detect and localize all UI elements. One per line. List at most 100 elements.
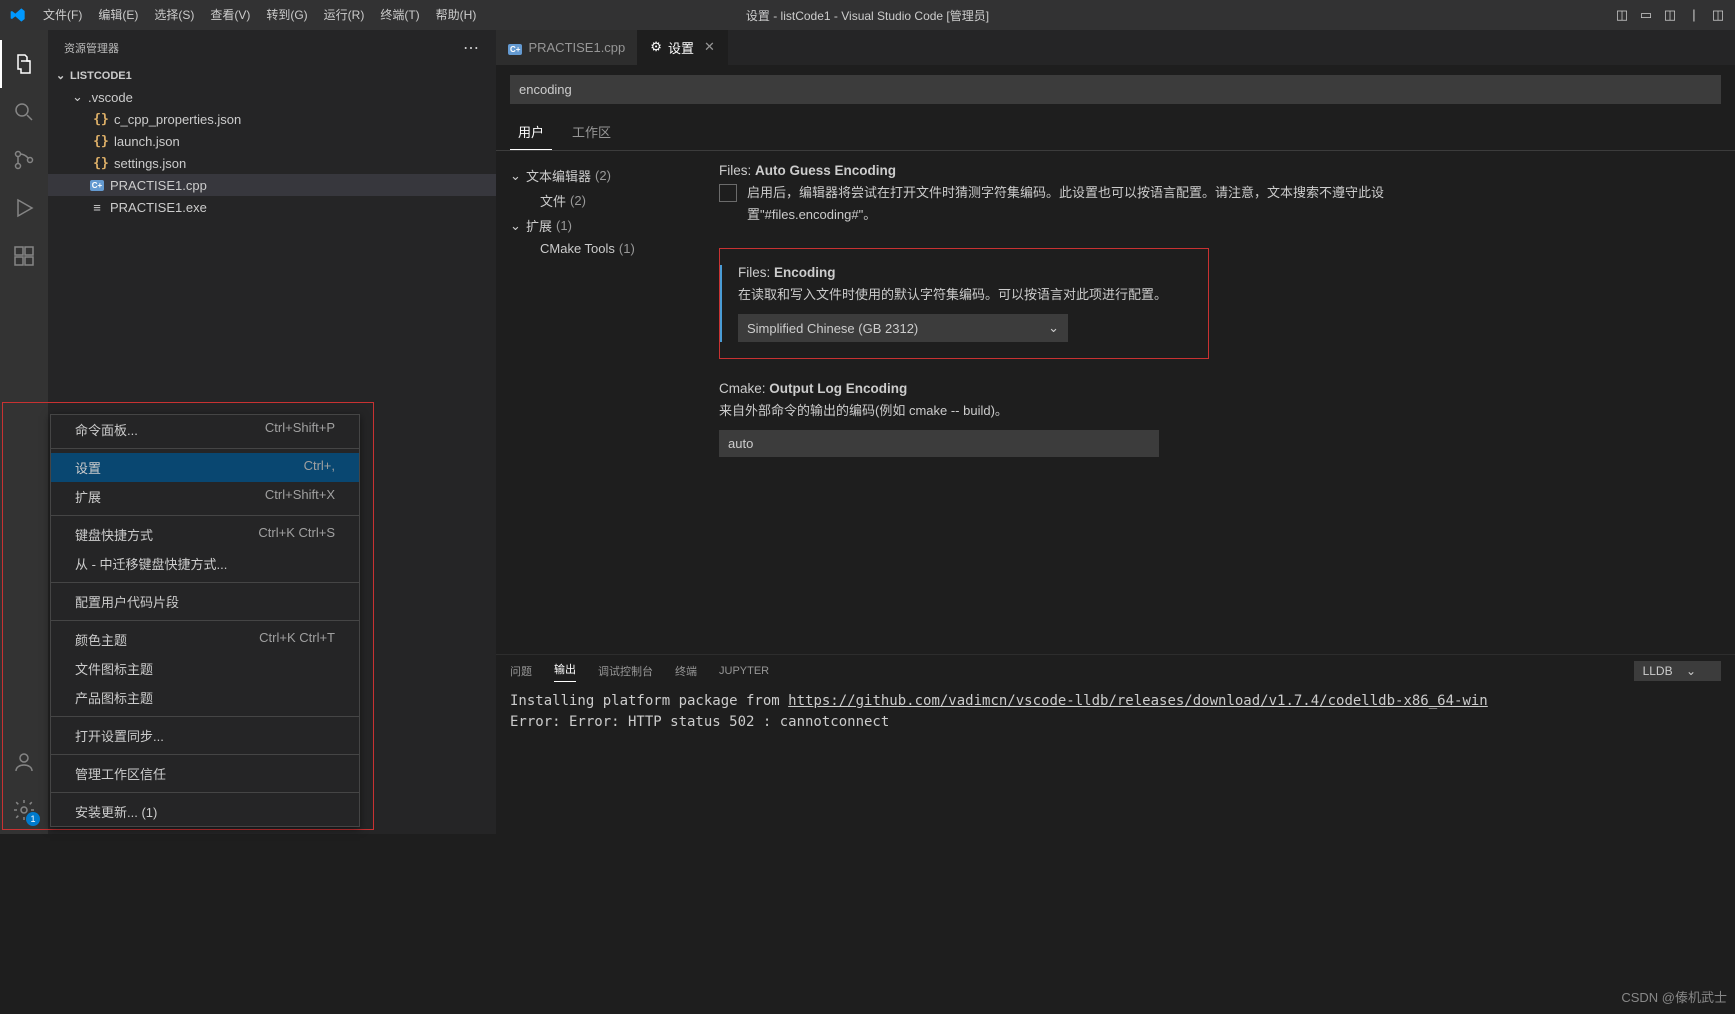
chevron-down-icon: ⌄	[510, 218, 526, 234]
context-menu-item[interactable]: 产品图标主题	[51, 683, 359, 712]
menu-item[interactable]: 文件(F)	[35, 0, 90, 30]
vscode-logo	[0, 7, 35, 23]
file-settings[interactable]: {}settings.json	[48, 152, 496, 174]
setting-name: Output Log Encoding	[769, 381, 907, 396]
menu-label: 管理工作区信任	[75, 764, 166, 783]
panel-debug[interactable]: 调试控制台	[598, 663, 653, 679]
menu-item[interactable]: 运行(R)	[316, 0, 373, 30]
close-icon[interactable]: ✕	[704, 39, 715, 55]
context-menu-item[interactable]: 扩展 Ctrl+Shift+X	[51, 482, 359, 511]
titlebar-layout-icons: ◫ ▭ ◫ | ◫	[1610, 7, 1735, 23]
sidebar-title: 资源管理器	[64, 40, 119, 56]
settings-editor: 用户 工作区 ⌄文本编辑器(2) 文件(2) ⌄扩展(1) CMake Tool…	[496, 65, 1735, 834]
search-icon[interactable]	[0, 88, 48, 136]
context-menu-item[interactable]: 文件图标主题	[51, 654, 359, 683]
scope-workspace[interactable]: 工作区	[564, 114, 619, 150]
menu-item[interactable]: 查看(V)	[202, 0, 258, 30]
file-label: PRACTISE1.cpp	[110, 178, 207, 193]
setting-files-encoding: Files: Encoding 在读取和写入文件时使用的默认字符集编码。可以按语…	[720, 265, 1208, 342]
highlight-box: Files: Encoding 在读取和写入文件时使用的默认字符集编码。可以按语…	[719, 248, 1209, 359]
window-title: 设置 - listCode1 - Visual Studio Code [管理员…	[746, 7, 989, 24]
menu-separator	[51, 582, 359, 583]
setting-desc: 在读取和写入文件时使用的默认字符集编码。可以按语言对此项进行配置。	[738, 284, 1192, 306]
file-practise-cpp[interactable]: C+ PRACTISE1.cpp	[48, 174, 496, 196]
menu-separator	[51, 448, 359, 449]
output-channel-select[interactable]: LLDB ⌄	[1634, 661, 1721, 681]
panel-problems[interactable]: 问题	[510, 663, 532, 679]
file-practise-exe[interactable]: ≡PRACTISE1.exe	[48, 196, 496, 218]
checkbox-auto-guess[interactable]	[719, 184, 737, 202]
setting-category: Cmake:	[719, 381, 769, 396]
context-menu-item[interactable]: 键盘快捷方式Ctrl+K Ctrl+S	[51, 520, 359, 549]
bottom-panel: 问题 输出 调试控制台 终端 JUPYTER LLDB ⌄ Installing…	[496, 654, 1735, 834]
context-menu-item[interactable]: 命令面板...Ctrl+Shift+P	[51, 415, 359, 444]
shortcut: Ctrl+K Ctrl+S	[258, 525, 335, 544]
panel-right-icon[interactable]: ◫	[1658, 7, 1682, 23]
chevron-down-icon: ⌄	[56, 69, 70, 82]
setting-desc: 来自外部命令的输出的编码(例如 cmake -- build)。	[719, 400, 1449, 422]
shortcut: Ctrl+,	[304, 458, 335, 477]
tab-label: 设置	[668, 38, 694, 57]
account-icon[interactable]	[0, 738, 48, 786]
settings-search-input[interactable]	[510, 75, 1721, 104]
panel-terminal[interactable]: 终端	[675, 663, 697, 679]
file-cprops[interactable]: {}c_cpp_properties.json	[48, 108, 496, 130]
json-icon: {}	[92, 112, 110, 127]
context-menu-item[interactable]: 安装更新... (1)	[51, 797, 359, 826]
context-menu: 命令面板...Ctrl+Shift+P 设置Ctrl+, 扩展 Ctrl+Shift+…	[50, 414, 360, 827]
menu-label: 扩展	[75, 487, 101, 506]
exe-icon: ≡	[88, 200, 106, 215]
panel-output[interactable]: 输出	[554, 661, 576, 682]
cmake-encoding-input[interactable]	[719, 430, 1159, 457]
gear-icon[interactable]: 1	[0, 786, 48, 834]
file-label: launch.json	[114, 134, 180, 149]
more-icon[interactable]: ⋯	[463, 38, 480, 58]
menu-separator	[51, 716, 359, 717]
panel-left-icon[interactable]: ◫	[1610, 7, 1634, 23]
toc-files[interactable]: 文件(2)	[510, 188, 691, 213]
menu-label: 颜色主题	[75, 630, 127, 649]
menu-item[interactable]: 编辑(E)	[90, 0, 146, 30]
folder-label: .vscode	[88, 90, 133, 105]
extensions-icon[interactable]	[0, 232, 48, 280]
menu-label: 文件图标主题	[75, 659, 153, 678]
menu-separator	[51, 515, 359, 516]
output-link[interactable]: https://github.com/vadimcn/vscode-lldb/r…	[788, 693, 1488, 709]
output-content[interactable]: Installing platform package from https:/…	[496, 687, 1735, 834]
menu-item[interactable]: 帮助(H)	[428, 0, 485, 30]
chevron-down-icon: ⌄	[72, 89, 88, 105]
gear-icon: ⚙	[650, 39, 662, 55]
scope-user[interactable]: 用户	[510, 114, 552, 150]
context-menu-item[interactable]: 配置用户代码片段	[51, 587, 359, 616]
scope-tabs: 用户 工作区	[496, 114, 1735, 151]
menu-item[interactable]: 转到(G)	[258, 0, 315, 30]
source-control-icon[interactable]	[0, 136, 48, 184]
tab-label: PRACTISE1.cpp	[528, 40, 625, 55]
file-launch[interactable]: {}launch.json	[48, 130, 496, 152]
context-menu-item[interactable]: 从 - 中迁移键盘快捷方式...	[51, 549, 359, 578]
explorer-icon[interactable]	[0, 40, 48, 88]
project-header[interactable]: ⌄ LISTCODE1	[48, 65, 496, 86]
panel-bottom-icon[interactable]: ▭	[1634, 7, 1658, 23]
setting-name: Auto Guess Encoding	[755, 163, 896, 178]
context-menu-item[interactable]: 设置Ctrl+,	[51, 453, 359, 482]
menu-item[interactable]: 选择(S)	[146, 0, 202, 30]
menu-item[interactable]: 终端(T)	[372, 0, 427, 30]
layout-icon[interactable]: ◫	[1706, 7, 1730, 23]
shortcut: Ctrl+Shift+X	[265, 487, 335, 506]
context-menu-item[interactable]: 管理工作区信任	[51, 759, 359, 788]
toc-extensions[interactable]: ⌄扩展(1)	[510, 213, 691, 238]
encoding-select[interactable]: Simplified Chinese (GB 2312)⌄	[738, 314, 1068, 342]
context-menu-item[interactable]: 颜色主题Ctrl+K Ctrl+T	[51, 625, 359, 654]
context-menu-item[interactable]: 打开设置同步...	[51, 721, 359, 750]
folder-vscode[interactable]: ⌄.vscode	[48, 86, 496, 108]
menu-separator	[51, 620, 359, 621]
panel-jupyter[interactable]: JUPYTER	[719, 665, 769, 677]
tab-practise[interactable]: C+PRACTISE1.cpp	[496, 30, 638, 65]
toc-cmake[interactable]: CMake Tools(1)	[510, 238, 691, 259]
setting-auto-guess-encoding: Files: Auto Guess Encoding 启用后，编辑器将尝试在打开…	[719, 163, 1449, 226]
toc-text-editor[interactable]: ⌄文本编辑器(2)	[510, 163, 691, 188]
tab-settings[interactable]: ⚙ 设置 ✕	[638, 30, 728, 65]
cpp-icon: C+	[88, 180, 106, 191]
debug-icon[interactable]	[0, 184, 48, 232]
